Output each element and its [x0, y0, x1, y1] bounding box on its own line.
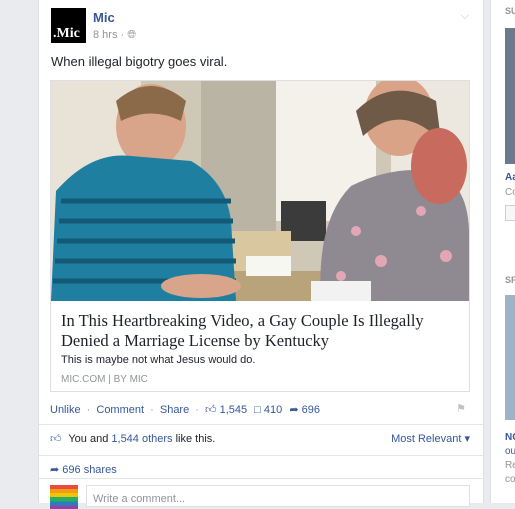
- avatar-logo-text: .Mic: [53, 26, 80, 41]
- link-preview-card[interactable]: In This Heartbreaking Video, a Gay Coupl…: [50, 80, 470, 392]
- sidebar-title[interactable]: NC: [505, 432, 515, 443]
- news-feed-post: .Mic Mic 8 hrs · 🌐︎ ⌵ When illegal bigot…: [38, 0, 484, 509]
- globe-icon: 🌐︎: [127, 29, 137, 41]
- divider: [39, 455, 483, 456]
- sort-comments-dropdown[interactable]: Most Relevant ▾: [391, 432, 470, 445]
- right-sidebar: SU Aa Co SF NC ou Re co: [490, 0, 515, 503]
- sidebar-thumbnail[interactable]: [505, 295, 515, 420]
- post-time[interactable]: 8 hrs: [93, 29, 117, 41]
- caret-down-icon: ▾: [464, 433, 470, 445]
- unlike-link[interactable]: Unlike: [50, 404, 81, 416]
- page-avatar[interactable]: .Mic: [51, 8, 86, 43]
- chevron-down-icon[interactable]: ⌵: [461, 10, 469, 23]
- sidebar-title-continued[interactable]: ou: [505, 446, 515, 457]
- others-like-link[interactable]: 1,544 others: [111, 433, 172, 445]
- share-arrow-icon: ➦: [289, 404, 299, 416]
- thumbs-up-icon: 👍︎: [50, 433, 62, 445]
- comment-bubble-icon: □: [254, 403, 261, 416]
- comment-count[interactable]: □ 410: [254, 403, 282, 416]
- post-status-text: When illegal bigotry goes viral.: [51, 54, 228, 69]
- sidebar-subtitle: Co: [505, 187, 515, 198]
- link-preview-image[interactable]: [51, 81, 469, 301]
- comment-link[interactable]: Comment: [96, 404, 144, 416]
- link-byline: BY MIC: [113, 374, 148, 385]
- user-avatar[interactable]: [50, 485, 78, 509]
- post-meta: 8 hrs · 🌐︎: [93, 29, 137, 41]
- divider: [39, 478, 483, 479]
- link-description: This is maybe not what Jesus would do.: [61, 354, 256, 366]
- post-actions: Unlike · Comment · Share · 👍︎ 1,545 □ 41…: [50, 402, 466, 417]
- sidebar-title[interactable]: Aa: [505, 172, 515, 183]
- shares-link[interactable]: ➦ 696 shares: [50, 463, 117, 476]
- link-title[interactable]: In This Heartbreaking Video, a Gay Coupl…: [61, 311, 459, 351]
- share-arrow-icon: ➦: [50, 464, 60, 476]
- thumbs-up-icon: 👍︎: [205, 404, 217, 416]
- post-header: .Mic Mic 8 hrs · 🌐︎ ⌵: [51, 8, 471, 44]
- link-source: MIC.COM | BY MIC: [61, 374, 148, 385]
- link-domain: MIC.COM: [61, 374, 106, 385]
- sidebar-section-label: SU: [505, 6, 515, 16]
- post-author[interactable]: Mic: [93, 10, 115, 25]
- share-link[interactable]: Share: [160, 404, 189, 416]
- comment-composer: Write a comment...: [50, 485, 470, 509]
- flag-icon[interactable]: ⚑: [456, 402, 466, 415]
- likes-summary: 👍︎ You and 1,544 others like this. Most …: [50, 432, 470, 445]
- sidebar-subtitle: Re: [505, 460, 515, 471]
- sidebar-button[interactable]: [505, 205, 515, 221]
- sidebar-thumbnail[interactable]: [505, 28, 515, 164]
- share-count[interactable]: ➦ 696: [289, 403, 320, 417]
- divider: [39, 424, 483, 425]
- sidebar-subtitle: co: [505, 474, 515, 485]
- comment-input[interactable]: Write a comment...: [86, 485, 470, 507]
- like-count[interactable]: 👍︎ 1,545: [205, 403, 247, 417]
- sidebar-section-label: SF: [505, 275, 515, 285]
